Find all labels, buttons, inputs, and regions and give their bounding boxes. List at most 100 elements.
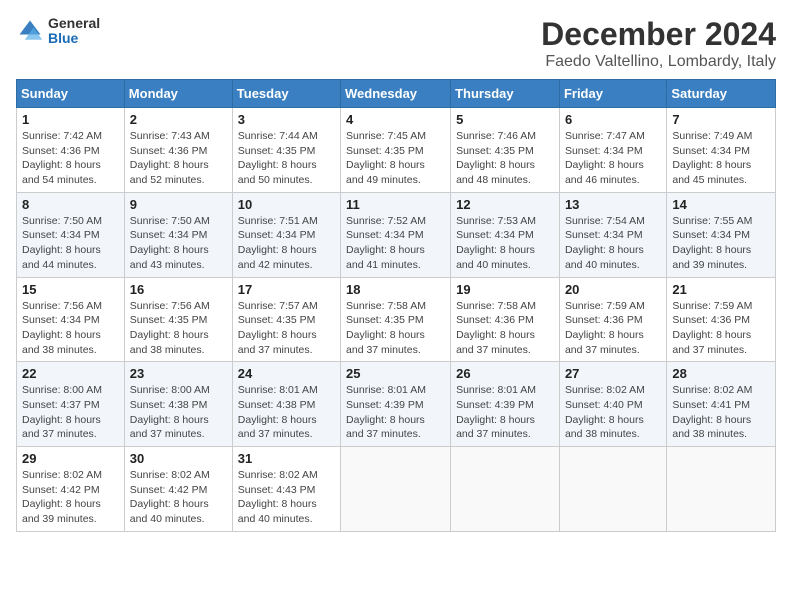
calendar-day-20: 20Sunrise: 7:59 AMSunset: 4:36 PMDayligh… xyxy=(559,277,666,362)
day-detail: Sunrise: 8:02 AMSunset: 4:42 PMDaylight:… xyxy=(22,468,119,527)
calendar-week-2: 8 Sunrise: 7:50 AMSunset: 4:34 PMDaylight… xyxy=(17,192,776,277)
calendar-week-4: 22 Sunrise: 8:00 AMSunset: 4:37 PMDayligh… xyxy=(17,362,776,447)
title-block: December 2024 Faedo Valtellino, Lombardy… xyxy=(541,16,776,71)
day-detail: Sunrise: 7:58 AMSunset: 4:36 PMDaylight:… xyxy=(456,299,554,358)
day-detail: Sunrise: 7:50 AMSunset: 4:34 PMDaylight:… xyxy=(130,214,227,273)
calendar-day-21: 21 Sunrise: 7:59 AMSunset: 4:36 PMDayligh… xyxy=(667,277,776,362)
day-detail: Sunrise: 7:59 AMSunset: 4:36 PMDaylight:… xyxy=(672,299,770,358)
weekday-header-thursday: Thursday xyxy=(451,80,560,108)
page-header: General Blue December 2024 Faedo Valtell… xyxy=(16,16,776,71)
calendar-day-6: 6 Sunrise: 7:47 AMSunset: 4:34 PMDaylight… xyxy=(559,108,666,193)
weekday-header-friday: Friday xyxy=(559,80,666,108)
day-detail: Sunrise: 7:55 AMSunset: 4:34 PMDaylight:… xyxy=(672,214,770,273)
day-detail: Sunrise: 7:47 AMSunset: 4:34 PMDaylight:… xyxy=(565,129,661,188)
day-number: 12 xyxy=(456,197,554,212)
day-number: 8 xyxy=(22,197,119,212)
day-detail: Sunrise: 7:59 AMSunset: 4:36 PMDaylight:… xyxy=(565,299,661,358)
calendar-day-31: 31Sunrise: 8:02 AMSunset: 4:43 PMDayligh… xyxy=(232,447,340,532)
logo-blue-text: Blue xyxy=(48,31,100,46)
day-detail: Sunrise: 7:51 AMSunset: 4:34 PMDaylight:… xyxy=(238,214,335,273)
empty-cell xyxy=(451,447,560,532)
day-number: 10 xyxy=(238,197,335,212)
day-number: 13 xyxy=(565,197,661,212)
calendar-day-27: 27 Sunrise: 8:02 AMSunset: 4:40 PMDayligh… xyxy=(559,362,666,447)
calendar-day-9: 9 Sunrise: 7:50 AMSunset: 4:34 PMDaylight… xyxy=(124,192,232,277)
calendar-day-25: 25Sunrise: 8:01 AMSunset: 4:39 PMDayligh… xyxy=(341,362,451,447)
day-number: 5 xyxy=(456,112,554,127)
day-detail: Sunrise: 8:01 AMSunset: 4:39 PMDaylight:… xyxy=(456,383,554,442)
weekday-header-wednesday: Wednesday xyxy=(341,80,451,108)
day-detail: Sunrise: 7:44 AMSunset: 4:35 PMDaylight:… xyxy=(238,129,335,188)
day-number: 3 xyxy=(238,112,335,127)
day-detail: Sunrise: 8:02 AMSunset: 4:40 PMDaylight:… xyxy=(565,383,661,442)
calendar-day-19: 19Sunrise: 7:58 AMSunset: 4:36 PMDayligh… xyxy=(451,277,560,362)
calendar-day-13: 13 Sunrise: 7:54 AMSunset: 4:34 PMDayligh… xyxy=(559,192,666,277)
day-detail: Sunrise: 7:58 AMSunset: 4:35 PMDaylight:… xyxy=(346,299,445,358)
day-number: 16 xyxy=(130,282,227,297)
day-number: 1 xyxy=(22,112,119,127)
day-number: 21 xyxy=(672,282,770,297)
day-number: 27 xyxy=(565,366,661,381)
day-detail: Sunrise: 8:02 AMSunset: 4:41 PMDaylight:… xyxy=(672,383,770,442)
calendar-day-17: 17Sunrise: 7:57 AMSunset: 4:35 PMDayligh… xyxy=(232,277,340,362)
day-detail: Sunrise: 8:01 AMSunset: 4:39 PMDaylight:… xyxy=(346,383,445,442)
logo: General Blue xyxy=(16,16,100,47)
calendar-table: SundayMondayTuesdayWednesdayThursdayFrid… xyxy=(16,79,776,532)
calendar-day-30: 30 Sunrise: 8:02 AMSunset: 4:42 PMDayligh… xyxy=(124,447,232,532)
day-number: 15 xyxy=(22,282,119,297)
day-number: 6 xyxy=(565,112,661,127)
calendar-day-4: 4Sunrise: 7:45 AMSunset: 4:35 PMDaylight… xyxy=(341,108,451,193)
calendar-day-11: 11 Sunrise: 7:52 AMSunset: 4:34 PMDayligh… xyxy=(341,192,451,277)
day-number: 11 xyxy=(346,197,445,212)
logo-text: General Blue xyxy=(48,16,100,47)
calendar-week-1: 1 Sunrise: 7:42 AMSunset: 4:36 PMDaylight… xyxy=(17,108,776,193)
day-number: 14 xyxy=(672,197,770,212)
calendar-day-14: 14 Sunrise: 7:55 AMSunset: 4:34 PMDayligh… xyxy=(667,192,776,277)
weekday-header-monday: Monday xyxy=(124,80,232,108)
calendar-day-18: 18 Sunrise: 7:58 AMSunset: 4:35 PMDayligh… xyxy=(341,277,451,362)
calendar-day-16: 16 Sunrise: 7:56 AMSunset: 4:35 PMDayligh… xyxy=(124,277,232,362)
day-number: 24 xyxy=(238,366,335,381)
day-number: 7 xyxy=(672,112,770,127)
logo-general-text: General xyxy=(48,16,100,31)
calendar-day-8: 8Sunrise: 7:50 AMSunset: 4:34 PMDaylight… xyxy=(17,192,125,277)
day-detail: Sunrise: 8:00 AMSunset: 4:38 PMDaylight:… xyxy=(130,383,227,442)
day-detail: Sunrise: 7:42 AMSunset: 4:36 PMDaylight:… xyxy=(22,129,119,188)
calendar-day-29: 29 Sunrise: 8:02 AMSunset: 4:42 PMDayligh… xyxy=(17,447,125,532)
day-number: 2 xyxy=(130,112,227,127)
day-detail: Sunrise: 7:43 AMSunset: 4:36 PMDaylight:… xyxy=(130,129,227,188)
weekday-header-tuesday: Tuesday xyxy=(232,80,340,108)
empty-cell xyxy=(667,447,776,532)
day-detail: Sunrise: 8:02 AMSunset: 4:43 PMDaylight:… xyxy=(238,468,335,527)
calendar-week-5: 29 Sunrise: 8:02 AMSunset: 4:42 PMDayligh… xyxy=(17,447,776,532)
day-detail: Sunrise: 8:01 AMSunset: 4:38 PMDaylight:… xyxy=(238,383,335,442)
day-detail: Sunrise: 7:49 AMSunset: 4:34 PMDaylight:… xyxy=(672,129,770,188)
day-number: 22 xyxy=(22,366,119,381)
day-number: 30 xyxy=(130,451,227,466)
calendar-day-7: 7 Sunrise: 7:49 AMSunset: 4:34 PMDaylight… xyxy=(667,108,776,193)
weekday-header-sunday: Sunday xyxy=(17,80,125,108)
calendar-day-1: 1 Sunrise: 7:42 AMSunset: 4:36 PMDaylight… xyxy=(17,108,125,193)
day-detail: Sunrise: 8:02 AMSunset: 4:42 PMDaylight:… xyxy=(130,468,227,527)
day-number: 29 xyxy=(22,451,119,466)
empty-cell xyxy=(559,447,666,532)
calendar-day-5: 5Sunrise: 7:46 AMSunset: 4:35 PMDaylight… xyxy=(451,108,560,193)
day-detail: Sunrise: 7:56 AMSunset: 4:34 PMDaylight:… xyxy=(22,299,119,358)
weekday-header-saturday: Saturday xyxy=(667,80,776,108)
day-number: 28 xyxy=(672,366,770,381)
day-detail: Sunrise: 7:54 AMSunset: 4:34 PMDaylight:… xyxy=(565,214,661,273)
calendar-day-24: 24 Sunrise: 8:01 AMSunset: 4:38 PMDayligh… xyxy=(232,362,340,447)
day-detail: Sunrise: 7:56 AMSunset: 4:35 PMDaylight:… xyxy=(130,299,227,358)
calendar-day-12: 12Sunrise: 7:53 AMSunset: 4:34 PMDayligh… xyxy=(451,192,560,277)
calendar-day-22: 22 Sunrise: 8:00 AMSunset: 4:37 PMDayligh… xyxy=(17,362,125,447)
day-detail: Sunrise: 7:52 AMSunset: 4:34 PMDaylight:… xyxy=(346,214,445,273)
calendar-header-row: SundayMondayTuesdayWednesdayThursdayFrid… xyxy=(17,80,776,108)
day-number: 26 xyxy=(456,366,554,381)
calendar-week-3: 15 Sunrise: 7:56 AMSunset: 4:34 PMDayligh… xyxy=(17,277,776,362)
day-detail: Sunrise: 8:00 AMSunset: 4:37 PMDaylight:… xyxy=(22,383,119,442)
day-number: 9 xyxy=(130,197,227,212)
day-detail: Sunrise: 7:45 AMSunset: 4:35 PMDaylight:… xyxy=(346,129,445,188)
calendar-day-15: 15 Sunrise: 7:56 AMSunset: 4:34 PMDayligh… xyxy=(17,277,125,362)
day-number: 18 xyxy=(346,282,445,297)
calendar-day-23: 23Sunrise: 8:00 AMSunset: 4:38 PMDayligh… xyxy=(124,362,232,447)
